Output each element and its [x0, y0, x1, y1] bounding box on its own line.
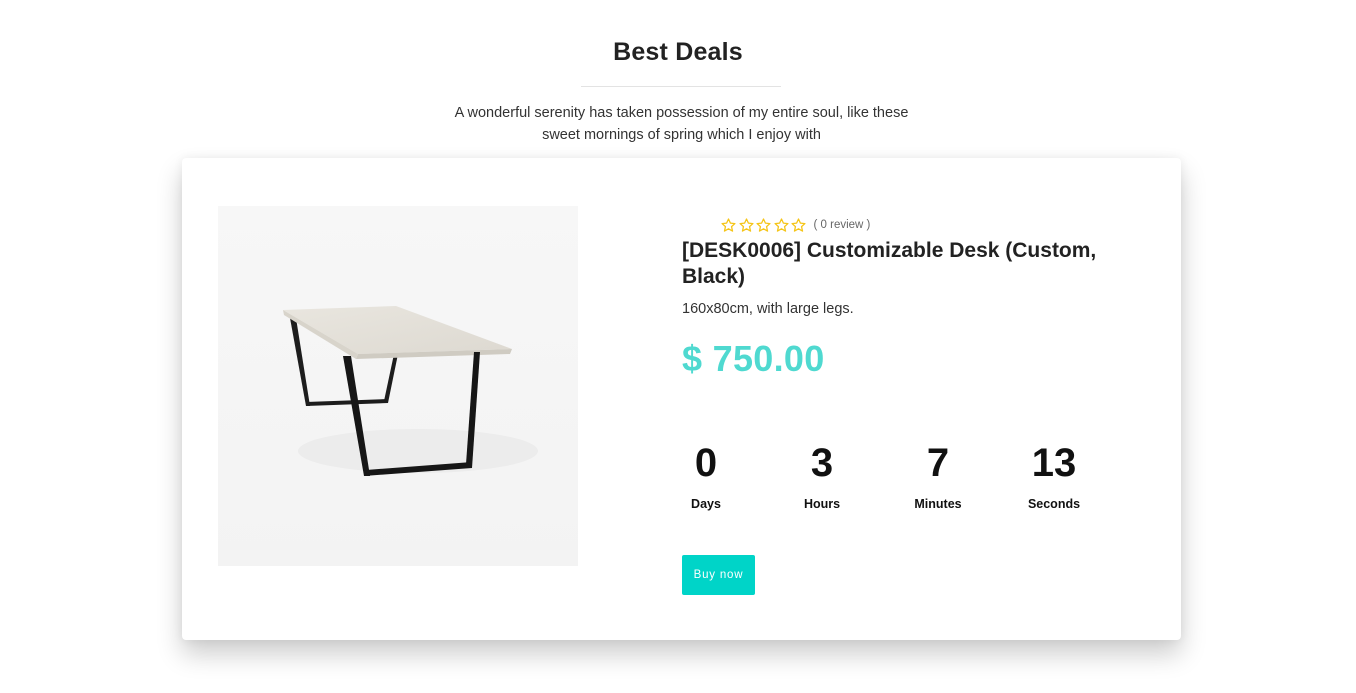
countdown-days-label: Days [691, 497, 721, 511]
countdown-seconds-label: Seconds [1027, 497, 1081, 511]
product-description: 160x80cm, with large legs. [682, 301, 854, 317]
product-image[interactable] [218, 206, 578, 566]
countdown-seconds-value: 13 [1031, 441, 1077, 485]
countdown-days-value: 0 [694, 441, 718, 485]
buy-now-button[interactable]: Buy now [682, 555, 755, 595]
countdown-minutes-value: 7 [926, 441, 950, 485]
star-icon [720, 217, 737, 234]
countdown-minutes-label: Minutes [914, 497, 962, 511]
countdown-minutes: 7 Minutes [880, 438, 996, 511]
star-icon [790, 217, 807, 234]
title-divider [581, 86, 781, 87]
star-rating[interactable]: ( 0 review ) [720, 215, 870, 235]
countdown-hours-label: Hours [803, 497, 841, 511]
product-price: $ 750.00 [682, 338, 825, 379]
deal-card: ( 0 review ) [DESK0006] Customizable Des… [182, 158, 1181, 640]
product-name[interactable]: [DESK0006] Customizable Desk (Custom, Bl… [682, 238, 1112, 290]
section-subtitle: A wonderful serenity has taken possessio… [454, 105, 909, 143]
countdown-timer: 0 Days 3 Hours 7 Minutes 13 Seconds [648, 438, 1112, 511]
countdown-days: 0 Days [648, 438, 764, 511]
countdown-seconds: 13 Seconds [996, 438, 1112, 511]
countdown-hours-value: 3 [810, 441, 834, 485]
star-icon [738, 217, 755, 234]
countdown-hours: 3 Hours [764, 438, 880, 511]
section-title: Best Deals [613, 38, 743, 66]
desk-image [218, 206, 578, 566]
star-icon [773, 217, 790, 234]
review-count[interactable]: ( 0 review ) [814, 219, 871, 231]
star-icon [755, 217, 772, 234]
